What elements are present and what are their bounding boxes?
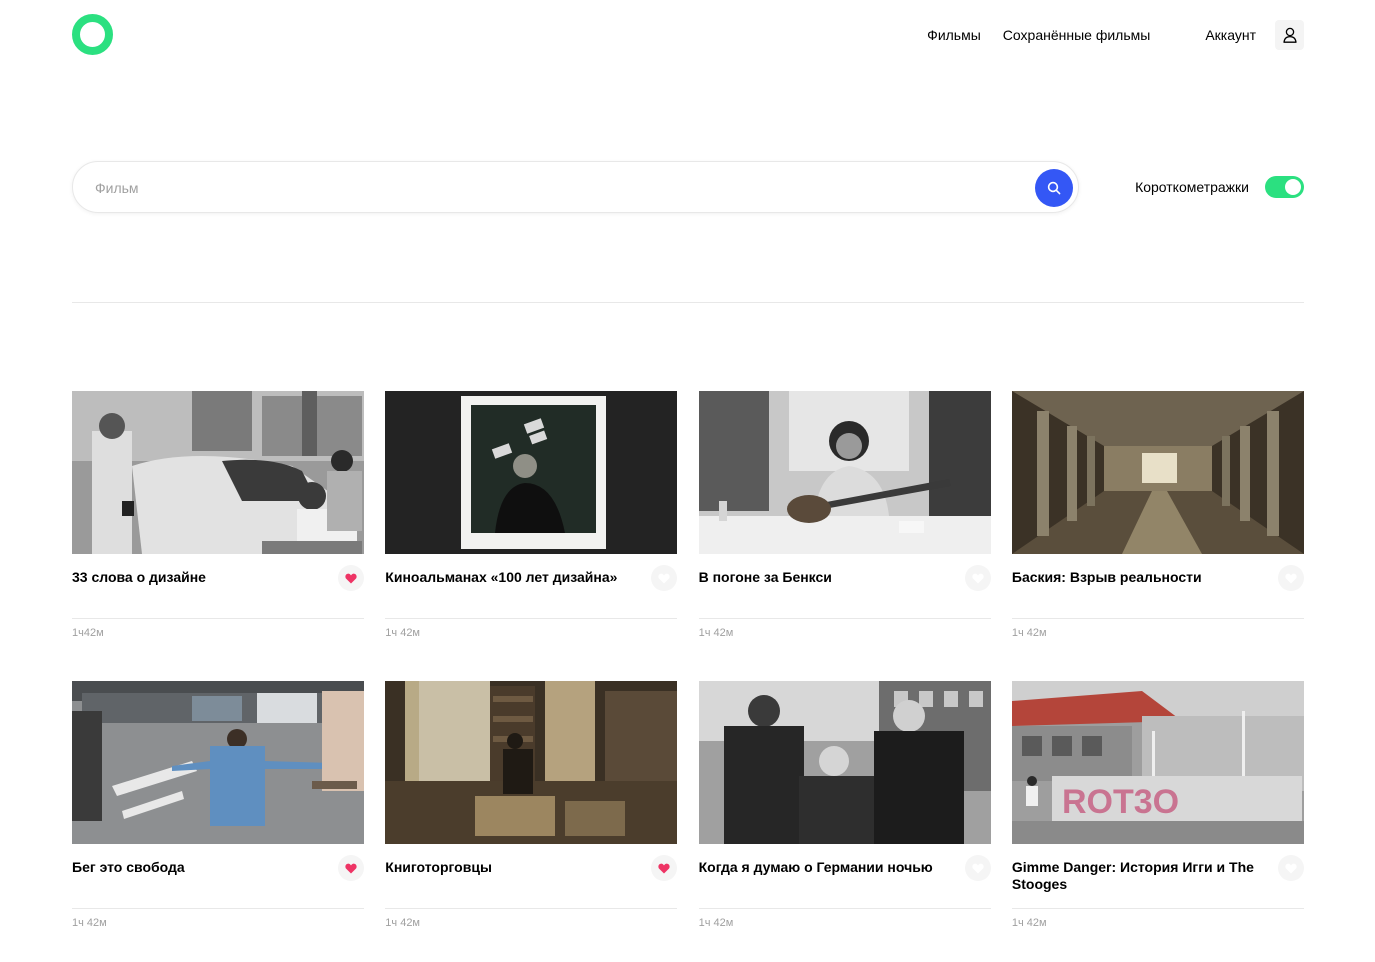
site-header: Фильмы Сохранённые фильмы Аккаунт — [72, 14, 1304, 56]
like-button[interactable] — [651, 855, 678, 881]
search-section: Короткометражки — [72, 161, 1304, 213]
movie-thumbnail[interactable] — [698, 391, 991, 554]
movie-card: Баския: Взрыв реальности 1ч 42м — [1011, 391, 1304, 639]
like-button[interactable] — [338, 855, 364, 881]
nav-link-account[interactable]: Аккаунт — [1205, 27, 1256, 43]
search-input[interactable] — [95, 175, 1015, 201]
movies-grid: 33 слова о дизайне 1ч42м Киноальманах «1… — [72, 391, 1304, 929]
card-divider — [698, 618, 991, 619]
nav-link-saved-films[interactable]: Сохранённые фильмы — [1003, 27, 1151, 43]
movie-thumbnail[interactable]: ROT3O — [1011, 681, 1304, 844]
heart-outline-icon — [971, 863, 984, 873]
movie-title[interactable]: Книготорговцы — [385, 859, 630, 876]
shorts-label: Короткометражки — [1135, 179, 1249, 195]
movie-duration: 1ч 42м — [1011, 627, 1047, 639]
movie-thumbnail[interactable] — [72, 391, 364, 554]
movie-title[interactable]: Баския: Взрыв реальности — [1012, 569, 1257, 586]
like-button[interactable] — [1277, 565, 1304, 591]
card-divider — [1011, 618, 1304, 619]
movie-card: Бег это свобода 1ч 42м — [72, 681, 364, 929]
like-button[interactable] — [964, 855, 991, 881]
movie-card: Киноальманах «100 лет дизайна» 1ч 42м — [385, 391, 678, 639]
movie-title[interactable]: Бег это свобода — [72, 859, 317, 876]
movie-title[interactable]: 33 слова о дизайне — [72, 569, 317, 586]
movie-card: 33 слова о дизайне 1ч42м — [72, 391, 364, 639]
movie-card: Когда я думаю о Германии ночью 1ч 42м — [698, 681, 991, 929]
movie-thumbnail[interactable] — [1011, 391, 1304, 554]
svg-text:ROT3O: ROT3O — [1062, 783, 1179, 821]
shorts-filter: Короткометражки — [1135, 161, 1304, 213]
card-divider — [72, 908, 364, 909]
movie-thumbnail[interactable] — [385, 391, 678, 554]
card-divider — [1011, 908, 1304, 909]
movie-thumbnail[interactable] — [385, 681, 678, 844]
movie-title[interactable]: В погоне за Бенкси — [699, 569, 944, 586]
heart-outline-icon — [1285, 573, 1297, 583]
card-divider — [72, 618, 364, 619]
user-icon — [1282, 27, 1297, 43]
section-divider — [72, 302, 1304, 303]
movie-duration: 1ч 42м — [698, 917, 734, 929]
heart-filled-icon — [345, 863, 357, 873]
ring-logo-icon[interactable] — [72, 14, 113, 55]
card-divider — [385, 618, 678, 619]
card-divider — [698, 908, 991, 909]
like-button[interactable] — [1277, 855, 1304, 881]
shorts-toggle[interactable] — [1265, 176, 1304, 198]
search-form — [72, 161, 1079, 213]
like-button[interactable] — [338, 565, 364, 591]
movie-card: В погоне за Бенкси 1ч 42м — [698, 391, 991, 639]
movie-duration: 1ч42м — [72, 627, 104, 639]
heart-filled-icon — [658, 863, 670, 873]
like-button[interactable] — [651, 565, 678, 591]
movie-title[interactable]: Киноальманах «100 лет дизайна» — [385, 569, 630, 586]
like-button[interactable] — [964, 565, 991, 591]
movie-duration: 1ч 42м — [698, 627, 734, 639]
search-icon — [1047, 181, 1061, 195]
card-divider — [385, 908, 678, 909]
movie-duration: 1ч 42м — [385, 627, 420, 639]
heart-outline-icon — [1285, 863, 1297, 873]
heart-filled-icon — [345, 573, 357, 583]
movie-title[interactable]: Gimme Danger: История Игги и The Stooges — [1012, 859, 1257, 893]
movie-card: ROT3O Gimme Danger: История Игги и The S… — [1011, 681, 1304, 929]
movie-thumbnail[interactable] — [698, 681, 991, 844]
movie-card: Книготорговцы 1ч 42м — [385, 681, 678, 929]
nav-link-films[interactable]: Фильмы — [927, 27, 981, 43]
movie-title[interactable]: Когда я думаю о Германии ночью — [699, 859, 944, 876]
movie-duration: 1ч 42м — [385, 917, 420, 929]
search-button[interactable] — [1035, 169, 1073, 207]
main-nav: Фильмы Сохранённые фильмы Аккаунт — [927, 14, 1304, 56]
heart-outline-icon — [658, 573, 670, 583]
toggle-knob — [1285, 179, 1301, 195]
account-button[interactable] — [1275, 20, 1304, 50]
movie-thumbnail[interactable] — [72, 681, 364, 844]
heart-outline-icon — [971, 573, 984, 583]
movie-duration: 1ч 42м — [72, 917, 107, 929]
movie-duration: 1ч 42м — [1011, 917, 1047, 929]
